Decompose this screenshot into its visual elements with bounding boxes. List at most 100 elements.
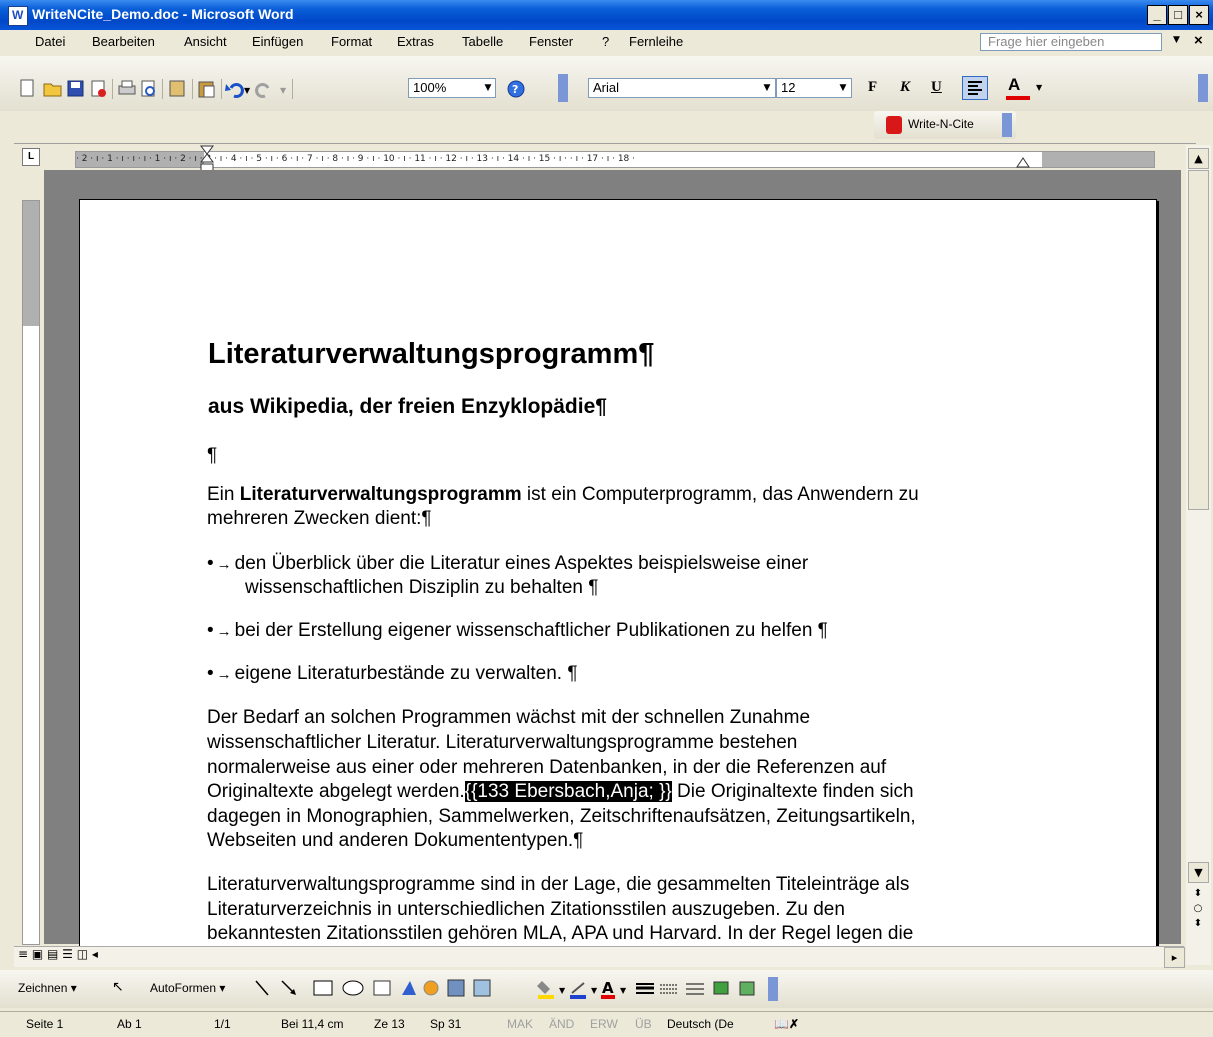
autoshapes-menu-button[interactable]: AutoFormen ▾ bbox=[150, 981, 225, 995]
document-subheading[interactable]: aus Wikipedia, der freien Enzyklopädie¶ bbox=[208, 395, 607, 419]
menu-extras[interactable]: Extras bbox=[397, 34, 434, 49]
underline-button[interactable]: U bbox=[931, 79, 942, 96]
align-left-button[interactable] bbox=[962, 76, 988, 100]
status-language[interactable]: Deutsch (De bbox=[667, 1017, 734, 1031]
spelling-status-icon[interactable]: 📖✗ bbox=[774, 1017, 799, 1031]
paragraph-2-line-4[interactable]: Originaltexte abgelegt werden.{{133 Eber… bbox=[207, 780, 914, 804]
vertical-ruler[interactable] bbox=[22, 200, 40, 945]
select-objects-icon[interactable]: ↖ bbox=[112, 979, 124, 995]
status-ueb[interactable]: ÜB bbox=[635, 1017, 652, 1031]
save-icon[interactable] bbox=[67, 80, 84, 97]
doc-close-button[interactable]: × bbox=[1194, 32, 1203, 49]
textbox-icon[interactable] bbox=[373, 980, 391, 996]
draw-menu-button[interactable]: Zeichnen ▾ bbox=[18, 981, 77, 995]
redo-dropdown-icon[interactable]: ▼ bbox=[280, 86, 287, 95]
menu-bearbeiten[interactable]: Bearbeiten bbox=[92, 34, 155, 49]
tab-selector-button[interactable]: L bbox=[22, 148, 40, 166]
scroll-thumb[interactable] bbox=[1188, 170, 1209, 510]
rectangle-icon[interactable] bbox=[313, 980, 333, 996]
draw-font-color-icon[interactable]: A bbox=[602, 979, 614, 997]
menu-fenster[interactable]: Fenster bbox=[529, 34, 573, 49]
right-indent-marker-icon[interactable] bbox=[1016, 155, 1030, 169]
arrow-icon[interactable] bbox=[281, 980, 296, 995]
research-icon[interactable] bbox=[169, 80, 185, 97]
bullet-item-2[interactable]: • → bei der Erstellung eigener wissenschaf… bbox=[207, 619, 828, 644]
paragraph-1-line-1[interactable]: Ein Literaturverwaltungsprogramm ist ein… bbox=[207, 483, 919, 507]
bullet-item-1-line-2[interactable]: wissenschaftlichen Disziplin zu behalten… bbox=[245, 576, 598, 600]
font-dropdown-icon[interactable]: ▼ bbox=[760, 79, 774, 97]
writencite-toolbar-options-icon[interactable] bbox=[1002, 113, 1012, 137]
new-document-icon[interactable] bbox=[20, 79, 34, 97]
menu-tabelle[interactable]: Tabelle bbox=[462, 34, 503, 49]
view-buttons[interactable]: ≡ ▣ ▤ ☰ ◫ ◂ bbox=[18, 947, 98, 961]
fill-color-icon[interactable] bbox=[537, 981, 550, 994]
line-icon[interactable] bbox=[255, 980, 269, 996]
menu-einfuegen[interactable]: Einfügen bbox=[252, 34, 303, 49]
paragraph-1-line-2[interactable]: mehreren Zwecken dient:¶ bbox=[207, 507, 432, 531]
paragraph-2-line-3[interactable]: normalerweise aus einer oder mehreren Da… bbox=[207, 756, 886, 780]
font-select[interactable]: Arial bbox=[588, 78, 776, 98]
paragraph-2-line-2[interactable]: wissenschaftlicher Literatur. Literaturv… bbox=[207, 731, 797, 755]
bullet-item-1[interactable]: • → den Überblick über die Literatur eines… bbox=[207, 552, 808, 577]
scroll-right-button[interactable]: ▸ bbox=[1164, 947, 1185, 968]
redo-icon[interactable] bbox=[255, 83, 270, 98]
drawbar-options-icon[interactable] bbox=[768, 977, 778, 1001]
clipart-icon[interactable] bbox=[447, 979, 465, 997]
scroll-down-button[interactable]: ▼ bbox=[1188, 862, 1209, 883]
browse-object-controls[interactable]: ⬍ ○ ⬍ bbox=[1192, 886, 1204, 931]
dash-style-icon[interactable] bbox=[660, 984, 678, 994]
maximize-button[interactable]: □ bbox=[1168, 5, 1188, 25]
menu-fernleihe[interactable]: Fernleihe bbox=[629, 34, 683, 49]
paragraph-2-line-6[interactable]: Webseiten und anderen Dokumententypen.¶ bbox=[207, 829, 583, 853]
paste-icon[interactable] bbox=[198, 81, 215, 98]
bullet-item-3[interactable]: • → eigene Literaturbestände zu verwalten.… bbox=[207, 662, 578, 687]
line-color-icon[interactable] bbox=[571, 982, 585, 994]
help-dropdown-icon[interactable]: ▼ bbox=[1173, 35, 1180, 45]
scroll-up-button[interactable]: ▲ bbox=[1188, 148, 1209, 169]
paragraph-2-line-5[interactable]: dagegen in Monographien, Sammelwerken, Z… bbox=[207, 805, 916, 829]
paragraph-2-line-1[interactable]: Der Bedarf an solchen Programmen wächst … bbox=[207, 706, 810, 730]
menu-datei[interactable]: Datei bbox=[35, 34, 65, 49]
status-aend[interactable]: ÄND bbox=[549, 1017, 574, 1031]
close-button[interactable]: × bbox=[1189, 5, 1209, 25]
citation-placeholder[interactable]: {{133 Ebersbach,Anja; }} bbox=[464, 781, 672, 802]
menu-ansicht[interactable]: Ansicht bbox=[184, 34, 227, 49]
font-color-button[interactable]: A bbox=[1008, 75, 1020, 95]
menu-format[interactable]: Format bbox=[331, 34, 372, 49]
zoom-dropdown-icon[interactable]: ▼ bbox=[481, 79, 495, 97]
wordart-icon[interactable] bbox=[402, 981, 416, 995]
italic-button[interactable]: K bbox=[900, 79, 910, 96]
paragraph-3-line-1[interactable]: Literaturverwaltungsprogramme sind in de… bbox=[207, 873, 909, 897]
menu-help[interactable]: ? bbox=[602, 34, 609, 49]
word-app-icon[interactable] bbox=[8, 6, 28, 26]
shadow-style-icon[interactable] bbox=[713, 981, 729, 995]
oval-icon[interactable] bbox=[342, 980, 364, 996]
insert-picture-icon[interactable] bbox=[473, 979, 491, 997]
writencite-button[interactable]: Write-N-Cite bbox=[908, 117, 974, 131]
undo-dropdown-icon[interactable]: ▼ bbox=[244, 86, 251, 95]
print-icon[interactable] bbox=[118, 80, 136, 95]
permission-icon[interactable] bbox=[91, 80, 106, 97]
3d-style-icon[interactable] bbox=[739, 981, 755, 996]
font-color-dropdown-icon[interactable]: ▼ bbox=[1036, 83, 1042, 92]
line-style-icon[interactable] bbox=[636, 983, 654, 994]
help-search-input[interactable]: Frage hier eingeben bbox=[980, 33, 1162, 51]
status-erw[interactable]: ERW bbox=[590, 1017, 618, 1031]
toolbar-handle[interactable] bbox=[558, 74, 568, 102]
diagram-icon[interactable] bbox=[423, 980, 439, 996]
help-icon[interactable]: ? bbox=[507, 80, 525, 98]
document-heading[interactable]: Literaturverwaltungsprogramm¶ bbox=[208, 338, 654, 371]
paragraph-3-line-2[interactable]: Literaturverzeichnis in unterschiedliche… bbox=[207, 898, 845, 922]
print-preview-icon[interactable] bbox=[141, 80, 155, 97]
arrow-style-icon[interactable] bbox=[686, 983, 704, 995]
paragraph-3-line-3[interactable]: bekanntesten Zitationsstilen gehören MLA… bbox=[207, 922, 913, 944]
toolbar-overflow-icon[interactable] bbox=[1198, 74, 1208, 102]
open-folder-icon[interactable] bbox=[43, 83, 62, 97]
font-size-dropdown-icon[interactable]: ▼ bbox=[836, 79, 850, 97]
minimize-button[interactable]: _ bbox=[1147, 5, 1167, 25]
undo-icon[interactable] bbox=[225, 83, 244, 98]
empty-paragraph[interactable]: ¶ bbox=[207, 444, 217, 468]
status-mak[interactable]: MAK bbox=[507, 1017, 533, 1031]
bold-button[interactable]: F bbox=[868, 79, 877, 96]
horizontal-ruler[interactable]: · 2 · ı · 1 · ı · ı · ı · 1 · ı · 2 · ı … bbox=[75, 151, 1155, 168]
